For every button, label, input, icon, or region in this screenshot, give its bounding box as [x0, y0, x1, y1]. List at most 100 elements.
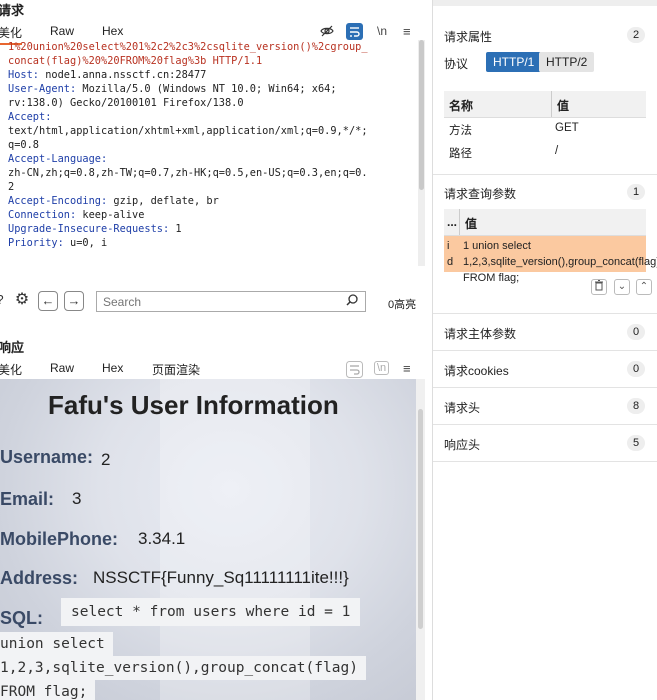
sql-line: 1,2,3,sqlite_version(),group_concat(flag…: [0, 656, 366, 680]
back-button[interactable]: ←: [38, 291, 58, 311]
body-params-count: 0: [627, 324, 645, 340]
cookies-title[interactable]: 请求cookies: [444, 362, 509, 379]
newline-icon[interactable]: \n: [377, 24, 387, 38]
table-header: ... 值: [444, 209, 646, 236]
query-table: ... 值: [444, 209, 646, 236]
header-value: zh-CN,zh;q=0.8,zh-TW;q=0.7,zh-HK;q=0.5,e…: [8, 167, 368, 179]
protocol-http1-button[interactable]: HTTP/1: [486, 52, 542, 72]
inspector-panel: 请求属性 2 协议 HTTP/1 HTTP/2 名称 值 方法 GET 路径 /…: [432, 0, 657, 700]
header-key: Host:: [8, 69, 39, 81]
search-input[interactable]: [96, 291, 366, 312]
protocol-http2-button[interactable]: HTTP/2: [539, 52, 595, 72]
address-label: Address:: [0, 568, 79, 588]
header-value: 1%20union%20select%201%2c2%2c3%2csqlite_…: [8, 41, 368, 53]
column-name: ...: [447, 215, 458, 229]
tab-pretty[interactable]: 美化: [0, 361, 22, 378]
query-key: i d: [447, 240, 454, 268]
tab-raw[interactable]: Raw: [50, 361, 74, 375]
cookies-count: 0: [627, 361, 645, 377]
row-value: GET: [555, 122, 579, 134]
header-value: node1.anna.nssctf.cn:28477: [39, 69, 207, 81]
query-params-count: 1: [627, 184, 645, 200]
query-row[interactable]: i d 1 union select 1,2,3,sqlite_version(…: [444, 236, 657, 284]
mobilephone-label: MobilePhone:: [0, 529, 118, 549]
inspector-header: [433, 0, 657, 6]
query-params-title[interactable]: 请求查询参数: [444, 185, 516, 202]
sql-line: FROM flag;: [0, 680, 96, 700]
request-scrollbar[interactable]: [418, 40, 425, 266]
tab-hex[interactable]: Hex: [102, 361, 123, 375]
header-key: Accept-Language:: [8, 153, 108, 165]
header-key: User-Agent:: [8, 83, 77, 95]
protocol-label: 协议: [444, 57, 469, 71]
header-value: 1: [169, 223, 182, 235]
header-key: Connection:: [8, 209, 77, 221]
request-attributes-title[interactable]: 请求属性: [444, 28, 492, 45]
request-line: Upgrade-Insecure-Requests: 1: [8, 222, 418, 236]
request-line: Connection: keep-alive: [8, 208, 418, 222]
help-icon[interactable]: ?: [0, 291, 10, 311]
username-value: 2: [101, 450, 111, 469]
search-bar: ? ⚙ ← → 0高亮: [0, 289, 432, 315]
response-title: 响应: [0, 340, 25, 355]
request-attributes-count: 2: [627, 27, 645, 43]
request-line: concat(flag)%20%20FROM%20flag%3b HTTP/1.…: [8, 54, 418, 68]
response-tabs: 美化 Raw Hex 页面渲染 \n ≡: [0, 361, 425, 382]
column-name: 名称: [449, 99, 474, 113]
response-headers-title[interactable]: 响应头: [444, 436, 480, 453]
row-value: /: [555, 145, 559, 157]
menu-icon[interactable]: ≡: [403, 24, 411, 39]
request-headers-title[interactable]: 请求头: [444, 399, 480, 416]
header-value: Mozilla/5.0 (Windows NT 10.0; Win64; x64…: [76, 83, 337, 95]
newline-icon[interactable]: \n: [374, 361, 390, 375]
request-line: User-Agent: Mozilla/5.0 (Windows NT 10.0…: [8, 82, 418, 96]
chevron-up-icon[interactable]: ⌃: [636, 279, 652, 295]
request-line: Accept:: [8, 110, 418, 124]
username-label: Username:: [0, 447, 94, 467]
request-line: Priority: u=0, i: [8, 236, 418, 250]
attributes-table: 名称 值 方法 GET 路径 /: [444, 91, 646, 163]
rendered-page: Fafu's User Information Username: 2 Emai…: [0, 379, 416, 700]
sql-label: SQL:: [0, 608, 43, 628]
sql-line: union select: [0, 632, 113, 656]
wrap-icon[interactable]: [346, 361, 363, 381]
header-value: 2: [8, 181, 15, 193]
header-key: Accept:: [8, 111, 52, 123]
header-key: Upgrade-Insecure-Requests:: [8, 223, 170, 235]
tab-hex[interactable]: Hex: [102, 24, 123, 38]
table-header: 名称 值: [444, 91, 646, 118]
eye-off-icon[interactable]: [320, 24, 334, 41]
request-line: Host: node1.anna.nssctf.cn:28477: [8, 68, 418, 82]
left-panel: 请求 美化 Raw Hex \n ≡ 1%20union%20select%20…: [0, 0, 432, 700]
response-headers-count: 5: [627, 435, 645, 451]
request-line: Accept-Encoding: gzip, deflate, br: [8, 194, 418, 208]
email-value: 3: [72, 489, 82, 508]
request-line: 1%20union%20select%201%2c2%2c3%2csqlite_…: [8, 40, 418, 54]
row-key: 方法: [449, 125, 472, 137]
body-params-title[interactable]: 请求主体参数: [444, 325, 516, 342]
request-line: rv:138.0) Gecko/20100101 Firefox/138.0: [8, 96, 418, 110]
header-value: gzip, deflate, br: [107, 195, 219, 207]
response-scrollbar[interactable]: [416, 379, 425, 700]
header-value: u=0, i: [63, 237, 108, 249]
header-value: q=0.8: [8, 139, 39, 151]
header-value: concat(flag)%20%20FROM%20flag%3b HTTP/1.…: [8, 55, 263, 67]
forward-button[interactable]: →: [64, 291, 84, 311]
request-title: 请求: [0, 3, 25, 18]
search-icon[interactable]: [346, 294, 358, 309]
request-line: Accept-Language:: [8, 152, 418, 166]
request-body[interactable]: 1%20union%20select%201%2c2%2c3%2csqlite_…: [0, 40, 418, 266]
column-value: 值: [557, 99, 570, 113]
request-line: zh-CN,zh;q=0.8,zh-TW;q=0.7,zh-HK;q=0.5,e…: [8, 166, 418, 180]
request-line: text/html,application/xhtml+xml,applicat…: [8, 124, 418, 138]
delete-icon[interactable]: [591, 279, 607, 295]
gear-icon[interactable]: ⚙: [12, 291, 32, 311]
header-value: rv:138.0) Gecko/20100101 Firefox/138.0: [8, 97, 244, 109]
header-value: text/html,application/xhtml+xml,applicat…: [8, 125, 368, 137]
row-key: 路径: [449, 148, 472, 160]
tab-raw[interactable]: Raw: [50, 24, 74, 38]
chevron-down-icon[interactable]: ⌄: [614, 279, 630, 295]
menu-icon[interactable]: ≡: [403, 361, 411, 376]
search-hits: 0高亮: [388, 299, 417, 311]
header-key: Priority:: [8, 237, 64, 249]
